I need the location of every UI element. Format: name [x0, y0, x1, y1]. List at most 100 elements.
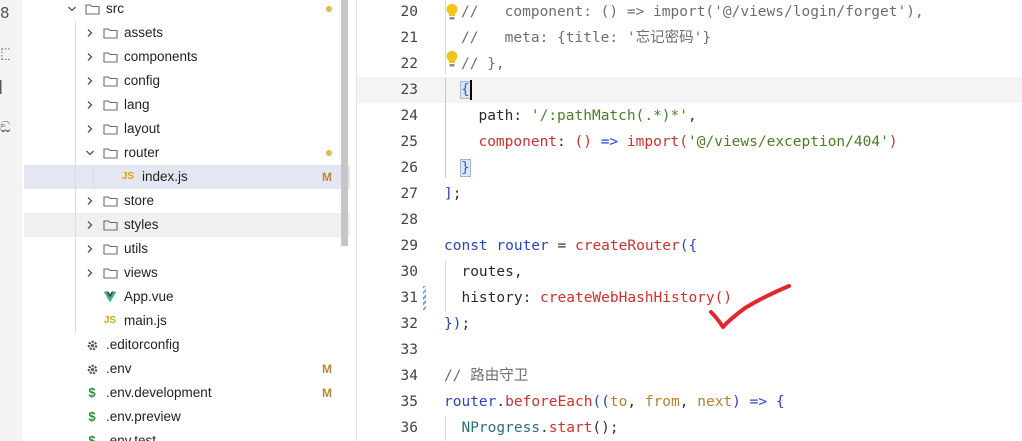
folder-icon: [102, 261, 118, 285]
chevron-right-icon[interactable]: [84, 237, 96, 261]
file-item[interactable]: $ .env.preview: [24, 405, 350, 429]
code-token: path: [461, 108, 514, 124]
chevron-right-icon[interactable]: [84, 117, 96, 141]
code-token: // 路由守卫: [444, 368, 529, 384]
code-token: ((: [592, 394, 610, 410]
activity-icon[interactable]: 8: [0, 6, 10, 20]
code-line[interactable]: 35 router.beforeEach((to, from, next) => …: [357, 389, 1022, 415]
folder-icon: [102, 21, 118, 45]
file-item[interactable]: JS index.js M: [24, 165, 350, 189]
line-number: 31: [400, 290, 418, 306]
chevron-right-icon[interactable]: [84, 93, 96, 117]
code-line[interactable]: 30 routes,: [357, 259, 1022, 285]
tree-item-label: .env: [106, 361, 132, 376]
code-line[interactable]: 33: [357, 337, 1022, 363]
file-item[interactable]: .editorconfig: [24, 333, 350, 357]
folder-icon: [102, 141, 118, 165]
file-item[interactable]: App.vue: [24, 285, 350, 309]
folder-icon: [102, 189, 118, 213]
code-editor[interactable]: 20 // component: () => import('@/views/lo…: [357, 0, 1022, 441]
explorer-scrollbar[interactable]: [341, 0, 348, 246]
file-item[interactable]: .env M: [24, 357, 350, 381]
lightbulb-icon[interactable]: [445, 50, 459, 68]
code-token: // component: () => import('@/views/logi…: [461, 4, 924, 20]
code-token: ,: [513, 264, 523, 280]
line-number: 21: [400, 30, 418, 46]
code-token: :: [513, 108, 531, 124]
env-badge-text: $: [88, 385, 96, 400]
line-number: 20: [400, 4, 418, 20]
code-line[interactable]: 25 component: () => import('@/views/exce…: [357, 129, 1022, 155]
folder-item[interactable]: utils: [24, 237, 350, 261]
code-token: NProgress: [444, 420, 541, 436]
folder-item[interactable]: components: [24, 45, 350, 69]
chevron-right-icon[interactable]: [84, 261, 96, 285]
code-text: // component: () => import('@/views/logi…: [461, 0, 924, 25]
git-status-badge: M: [322, 362, 332, 376]
line-number: 25: [400, 134, 418, 150]
activity-icon[interactable]: ⬚: [0, 46, 10, 60]
folder-item[interactable]: src: [24, 0, 350, 21]
code-line[interactable]: 26}: [357, 155, 1022, 181]
code-token: =: [548, 238, 575, 254]
code-line[interactable]: 28: [357, 207, 1022, 233]
folder-icon: [84, 0, 100, 21]
activity-icon[interactable]: ▏: [0, 80, 10, 94]
line-number: 24: [400, 108, 418, 124]
git-status-badge: M: [322, 170, 332, 184]
activity-icon[interactable]: ඞ: [0, 120, 10, 134]
code-line[interactable]: 24 path: '/:pathMatch(.*)*',: [357, 103, 1022, 129]
folder-icon: [102, 93, 118, 117]
code-token: ]: [444, 186, 453, 202]
code-text: });: [444, 311, 470, 337]
tree-item-label: src: [106, 1, 124, 16]
code-token: =>: [600, 134, 619, 150]
code-token: to: [609, 394, 628, 410]
text-cursor: [470, 80, 472, 100]
code-token: import: [626, 134, 680, 150]
folder-icon: [102, 69, 118, 93]
code-text: component: () => import('@/views/excepti…: [461, 129, 897, 155]
chevron-right-icon[interactable]: [84, 45, 96, 69]
activity-bar: 8 ⬚ ▏ ඞ: [0, 0, 23, 441]
code-line[interactable]: 23 {: [357, 77, 1022, 103]
tree-item-label: router: [124, 145, 160, 160]
code-line[interactable]: 21 // meta: {title: '忘记密码'}: [357, 25, 1022, 51]
chevron-down-icon[interactable]: [66, 0, 78, 21]
code-token: // meta: {title: '忘记密码'}: [461, 30, 712, 46]
chevron-down-icon[interactable]: [84, 141, 96, 165]
code-line[interactable]: 29 const router = createRouter({: [357, 233, 1022, 259]
folder-item[interactable]: assets: [24, 21, 350, 45]
env-file-icon: $: [84, 429, 100, 441]
chevron-right-icon[interactable]: [84, 21, 96, 45]
line-number: 27: [400, 186, 418, 202]
env-file-icon: $: [84, 405, 100, 429]
code-line[interactable]: 31 history: createWebHashHistory(): [357, 285, 1022, 311]
code-text: ];: [444, 181, 461, 207]
file-item[interactable]: $ .env.development M: [24, 381, 350, 405]
env-badge-text: $: [88, 433, 96, 441]
folder-item[interactable]: config: [24, 69, 350, 93]
code-line[interactable]: 36 NProgress.start();: [357, 415, 1022, 441]
code-line[interactable]: 27];: [357, 181, 1022, 207]
code-token: '@/views/exception/404': [688, 134, 889, 150]
lightbulb-icon[interactable]: [445, 3, 459, 21]
folder-item[interactable]: router: [24, 141, 350, 165]
tree-item-label: .env.test: [106, 433, 157, 441]
code-token: next: [697, 394, 733, 410]
folder-item[interactable]: lang: [24, 93, 350, 117]
folder-item[interactable]: styles: [24, 213, 350, 237]
tree-item-label: App.vue: [124, 289, 174, 304]
folder-item[interactable]: layout: [24, 117, 350, 141]
file-item[interactable]: JS main.js: [24, 309, 350, 333]
folder-item[interactable]: store: [24, 189, 350, 213]
chevron-right-icon[interactable]: [84, 189, 96, 213]
chevron-right-icon[interactable]: [84, 69, 96, 93]
code-line[interactable]: 32});: [357, 311, 1022, 337]
folder-item[interactable]: views: [24, 261, 350, 285]
chevron-right-icon[interactable]: [84, 213, 96, 237]
code-line[interactable]: 34 // 路由守卫: [357, 363, 1022, 389]
file-item[interactable]: $ .env.test: [24, 429, 350, 441]
